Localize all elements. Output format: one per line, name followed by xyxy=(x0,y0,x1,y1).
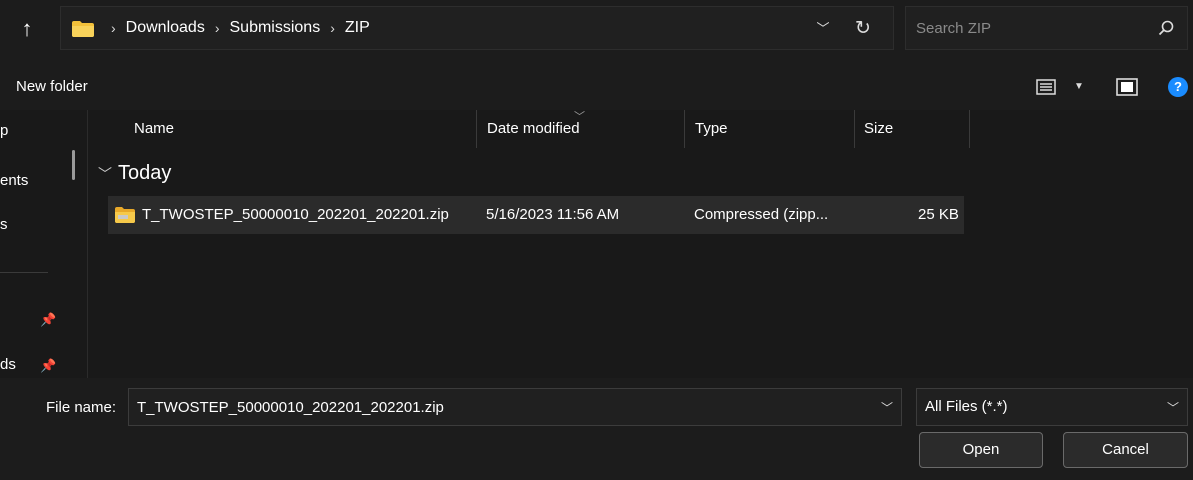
refresh-icon[interactable]: ↻ xyxy=(851,17,875,41)
column-header-type[interactable]: Type xyxy=(695,110,728,148)
chevron-down-icon[interactable]: ﹀ xyxy=(1167,399,1179,416)
file-date-modified: 5/16/2023 11:56 AM xyxy=(486,206,620,223)
nav-item[interactable]: p xyxy=(0,122,8,139)
up-arrow-icon[interactable]: ↑ xyxy=(12,14,42,44)
new-folder-button[interactable]: New folder xyxy=(16,78,88,95)
file-type-filter[interactable]: All Files (*.*) ﹀ xyxy=(916,388,1188,426)
caret-down-icon[interactable]: ▼ xyxy=(1072,79,1086,95)
nav-item[interactable]: ds xyxy=(0,356,16,373)
group-label: Today xyxy=(118,162,172,184)
pin-icon: 📌 xyxy=(40,312,57,327)
chevron-down-icon[interactable]: ﹀ xyxy=(98,164,112,184)
column-header-name[interactable]: Name xyxy=(134,110,174,148)
help-icon[interactable]: ? xyxy=(1168,77,1188,97)
breadcrumb-separator: › xyxy=(111,20,116,36)
breadcrumb-separator: › xyxy=(330,20,335,36)
nav-divider xyxy=(0,272,48,273)
cancel-button[interactable]: Cancel xyxy=(1063,432,1188,468)
file-list: Name ﹀ Date modified Type Size ﹀ Today T… xyxy=(88,110,1193,378)
file-name-input[interactable] xyxy=(137,389,867,425)
file-name: T_TWOSTEP_50000010_202201_202201.zip xyxy=(142,206,449,223)
details-view-icon[interactable] xyxy=(1036,79,1056,95)
file-type-filter-value: All Files (*.*) xyxy=(925,398,1008,415)
column-separator[interactable] xyxy=(854,110,855,148)
breadcrumb: › Downloads › Submissions › ZIP xyxy=(101,7,370,49)
nav-item[interactable]: ents xyxy=(0,172,28,189)
dialog-footer: File name: ﹀ All Files (*.*) ﹀ Open Canc… xyxy=(0,378,1193,480)
table-row[interactable]: T_TWOSTEP_50000010_202201_202201.zip 5/1… xyxy=(108,196,964,234)
group-header-today[interactable]: ﹀ Today xyxy=(98,162,171,185)
address-bar-row: ↑ › Downloads › Submissions › ZIP ﹀ ↻ xyxy=(0,0,1193,62)
file-type: Compressed (zipp... xyxy=(694,206,829,223)
search-box[interactable] xyxy=(905,6,1188,50)
folder-icon xyxy=(72,21,94,37)
column-separator[interactable] xyxy=(969,110,970,148)
breadcrumb-submissions[interactable]: Submissions xyxy=(230,19,321,37)
command-bar: New folder ▼ ? xyxy=(0,62,1193,110)
address-bar[interactable]: › Downloads › Submissions › ZIP ﹀ ↻ xyxy=(60,6,894,50)
pin-icon: 📌 xyxy=(40,358,57,373)
open-button[interactable]: Open xyxy=(919,432,1043,468)
breadcrumb-separator: › xyxy=(214,20,220,36)
zip-folder-icon xyxy=(115,207,135,223)
breadcrumb-zip[interactable]: ZIP xyxy=(345,19,370,37)
preview-pane-icon[interactable] xyxy=(1116,78,1138,96)
search-icon[interactable] xyxy=(1157,19,1175,37)
breadcrumb-downloads[interactable]: Downloads xyxy=(126,19,205,37)
chevron-down-icon[interactable]: ﹀ xyxy=(813,19,833,39)
chevron-down-icon[interactable]: ﹀ xyxy=(881,399,893,416)
column-separator[interactable] xyxy=(684,110,685,148)
column-separator[interactable] xyxy=(476,110,477,148)
nav-item[interactable]: s xyxy=(0,216,8,233)
search-input[interactable] xyxy=(916,7,1146,49)
nav-scrollbar[interactable] xyxy=(72,150,75,180)
navigation-pane: p ents s 📌 ds 📌 xyxy=(0,110,88,378)
column-header-size[interactable]: Size xyxy=(864,110,893,148)
file-name-label: File name: xyxy=(46,399,117,416)
file-size: 25 KB xyxy=(918,206,959,223)
file-name-combobox[interactable]: ﹀ xyxy=(128,388,902,426)
column-header-date-modified[interactable]: Date modified xyxy=(487,110,580,148)
